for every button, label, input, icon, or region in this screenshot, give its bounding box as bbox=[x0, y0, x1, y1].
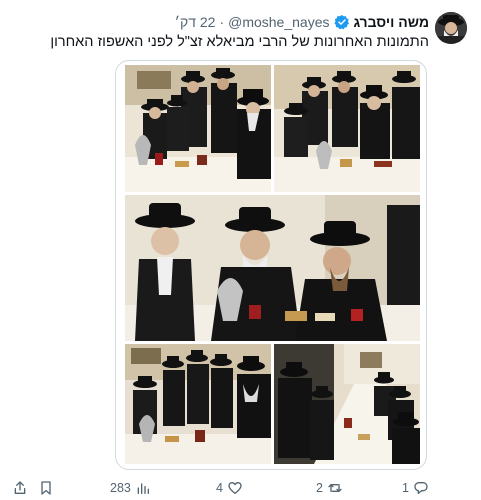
views-button[interactable]: 283 bbox=[110, 476, 151, 500]
tweet-header: משה ויסברג @moshe_nayes · 22 דק׳ bbox=[175, 12, 429, 32]
tweet-card[interactable]: משה ויסברג @moshe_nayes · 22 דק׳ התמונות… bbox=[0, 0, 481, 500]
tweet-text: התמונות האחרונות של הרבי מביאלא זצ"ל לפנ… bbox=[50, 34, 429, 50]
bookmark-icon bbox=[41, 481, 51, 495]
header-separator: · bbox=[219, 14, 225, 30]
replies-count: 1 bbox=[402, 481, 409, 495]
like-icon bbox=[228, 482, 242, 494]
views-count: 283 bbox=[110, 481, 131, 495]
media-grid[interactable] bbox=[115, 60, 427, 470]
reply-button[interactable]: 1 bbox=[402, 476, 429, 500]
tweet-timestamp[interactable]: 22 דק׳ bbox=[175, 14, 216, 30]
photo-1[interactable] bbox=[125, 65, 271, 192]
bookmark-button[interactable] bbox=[38, 476, 54, 500]
photo-3[interactable] bbox=[125, 195, 420, 341]
share-button[interactable] bbox=[12, 476, 28, 500]
author-display-name[interactable]: משה ויסברג bbox=[354, 14, 430, 30]
retweet-button[interactable]: 2 bbox=[316, 476, 343, 500]
avatar[interactable] bbox=[435, 12, 467, 44]
photo-4[interactable] bbox=[125, 344, 271, 464]
retweets-count: 2 bbox=[316, 481, 323, 495]
photo-5[interactable] bbox=[274, 344, 420, 464]
verified-icon bbox=[333, 14, 350, 30]
retweet-icon bbox=[328, 484, 342, 492]
views-icon bbox=[137, 483, 149, 494]
photo-2[interactable] bbox=[274, 65, 420, 192]
reply-icon bbox=[414, 482, 428, 494]
share-icon bbox=[14, 481, 26, 494]
author-handle[interactable]: @moshe_nayes bbox=[228, 14, 329, 30]
likes-count: 4 bbox=[216, 481, 223, 495]
tweet-actions: 283 4 2 1 bbox=[0, 476, 481, 500]
like-button[interactable]: 4 bbox=[216, 476, 243, 500]
